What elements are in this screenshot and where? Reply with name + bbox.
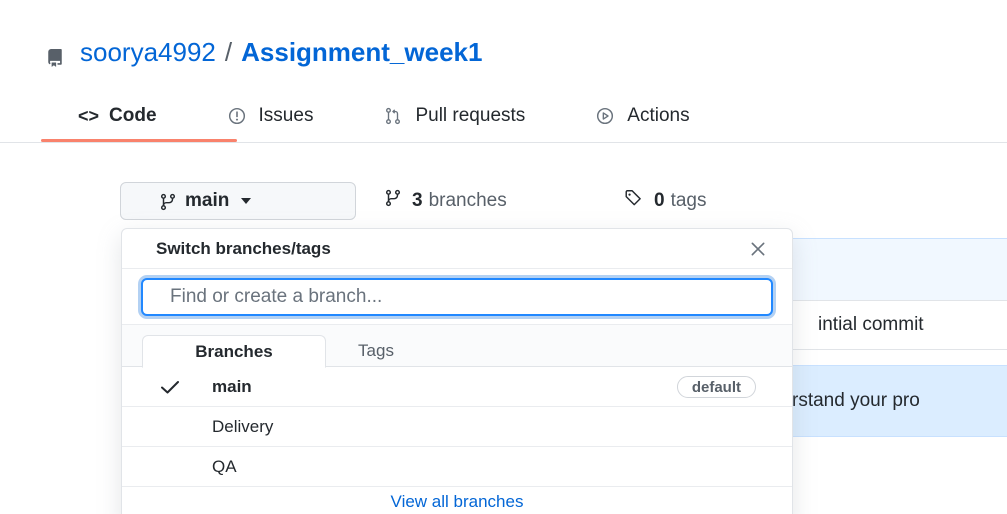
tab-branches[interactable]: Branches (142, 335, 326, 368)
repo-title: soorya4992 / Assignment_week1 (46, 36, 482, 68)
tab-code[interactable]: <> Code (42, 96, 191, 136)
branches-count: 3 (412, 190, 423, 211)
current-branch-label: main (185, 190, 230, 211)
chevron-down-icon (241, 198, 252, 204)
default-branch-badge: default (676, 376, 756, 398)
git-pull-request-icon (383, 106, 403, 126)
branch-item-delivery[interactable]: Delivery (122, 407, 792, 447)
branch-select-button[interactable]: main (120, 182, 356, 220)
tab-actions[interactable]: Actions (559, 96, 723, 136)
tab-code-label: Code (109, 105, 157, 126)
latest-commit-bar (792, 238, 1007, 300)
branch-filter (122, 269, 792, 325)
tab-actions-label: Actions (627, 105, 690, 126)
repo-separator: / (224, 36, 233, 67)
branch-item-qa[interactable]: QA (122, 447, 792, 487)
branches-count-link[interactable]: 3 branches (384, 186, 507, 216)
dropdown-tabs: Branches Tags (122, 325, 792, 368)
repo-owner-link[interactable]: soorya4992 (80, 37, 216, 68)
close-icon[interactable] (748, 239, 768, 259)
commit-message[interactable]: intial commit (818, 314, 924, 336)
tab-tags[interactable]: Tags (336, 335, 416, 367)
tab-issues[interactable]: Issues (191, 96, 348, 136)
tag-icon (624, 189, 644, 213)
play-icon (595, 106, 615, 126)
tags-count-link[interactable]: 0 tags (624, 186, 707, 216)
repo-icon (46, 43, 64, 67)
repo-name-link[interactable]: Assignment_week1 (241, 37, 482, 68)
nav-divider (0, 142, 1007, 143)
tags-label: tags (670, 190, 707, 211)
readme-prompt-banner: rstand your pro (792, 365, 1007, 437)
git-branch-icon (384, 189, 402, 213)
tab-pull-requests[interactable]: Pull requests (347, 96, 559, 136)
code-icon: <> (78, 105, 100, 126)
tab-pull-requests-label: Pull requests (415, 105, 526, 126)
git-branch-icon (159, 193, 177, 217)
readme-prompt-text: rstand your pro (792, 390, 920, 411)
tags-count: 0 (654, 190, 665, 211)
branch-switch-dropdown: Switch branches/tags Branches Tags main … (121, 228, 793, 514)
dropdown-header: Switch branches/tags (122, 229, 792, 269)
page: soorya4992 / Assignment_week1 <> Code Is… (0, 0, 1007, 514)
dropdown-title: Switch branches/tags (156, 238, 331, 258)
branch-item-label: Delivery (212, 416, 274, 436)
issue-opened-icon (227, 106, 247, 126)
repo-nav-tabs: <> Code Issues Pull requests Actions (42, 96, 724, 142)
check-icon (160, 379, 180, 395)
branch-search-input[interactable] (141, 278, 773, 316)
branch-item-label: QA (212, 456, 237, 476)
branch-item-main[interactable]: main default (122, 367, 792, 407)
view-all-branches-link[interactable]: View all branches (122, 487, 792, 514)
branches-label: branches (428, 190, 507, 211)
file-row: intial commit (792, 300, 1007, 350)
branch-item-label: main (212, 376, 252, 396)
tab-issues-label: Issues (258, 105, 314, 126)
